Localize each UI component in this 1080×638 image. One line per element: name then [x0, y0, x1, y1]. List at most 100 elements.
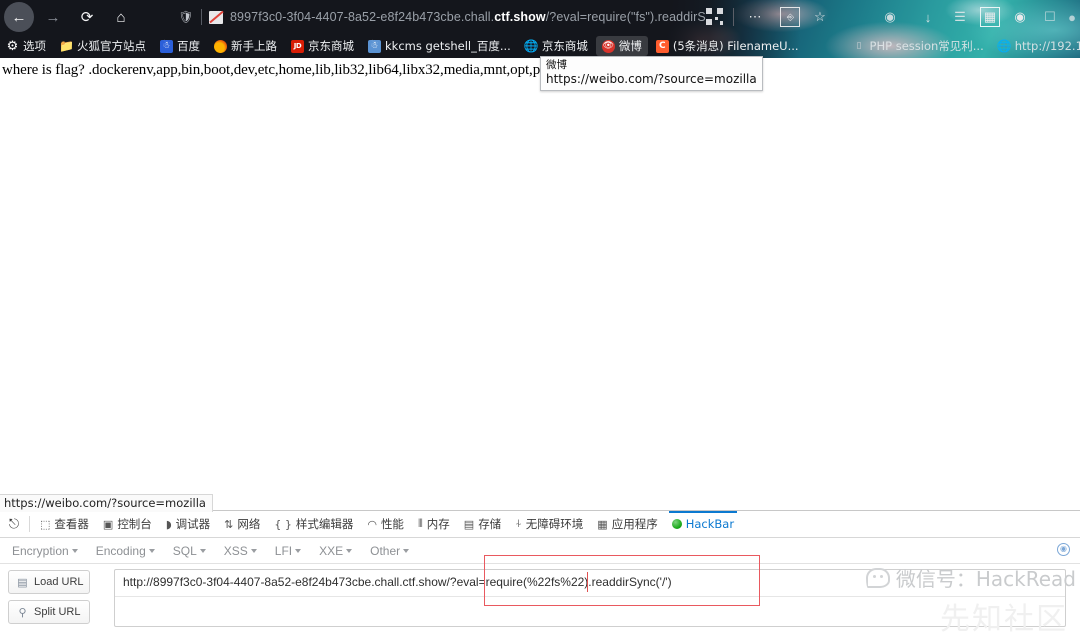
bookmark-item-csdn[interactable]: C (5条消息) FilenameU... — [650, 36, 805, 56]
php-icon: ▯ — [856, 40, 862, 51]
browser-chrome: ← → ⟳ ⌂ 🛡 8997f3c0-3f04-4407-8a52-e8f24b… — [0, 0, 1080, 58]
hackbar-menu-xss[interactable]: XSS — [224, 544, 257, 558]
hackbar-menu-other[interactable]: Other — [370, 543, 410, 558]
tab-application[interactable]: ▦ 应用程序 — [590, 511, 664, 537]
home-button[interactable]: ⌂ — [106, 2, 136, 32]
bookmark-item-local-ip[interactable]: 🌐http://192.168.3.6/1... — [992, 37, 1080, 55]
tooltip-title: 微博 — [546, 59, 567, 71]
devtools-tabbar: ⎋ ⬚ 查看器 ▣ 控制台 ◗ 调试器 ⇅ 网络 { } 样式编辑器 ◠ 性能 ⦀ 内存 ▤ 存… — [0, 511, 1080, 538]
sidebar-icon[interactable]: ▦ — [980, 7, 1000, 27]
qr-code-icon[interactable] — [706, 8, 723, 25]
tooltip-url: https://weibo.com/?source=mozilla — [546, 72, 757, 86]
bookmark-item-options[interactable]: ⚙ 选项 — [0, 36, 52, 56]
bookmark-label: 京东商城 — [308, 39, 354, 53]
bookmark-label: PHP session常见利... — [869, 39, 984, 53]
bookmark-item-newbie[interactable]: 新手上路 — [208, 36, 283, 56]
bookmark-item-firefox-site[interactable]: 📁 火狐官方站点 — [54, 36, 152, 56]
jd-icon: JD — [291, 39, 304, 53]
tab-network[interactable]: ⇅ 网络 — [217, 511, 267, 537]
globe-icon: 🌐 — [996, 39, 1012, 53]
url-suffix: /?eval=require("fs").readdirS — [545, 10, 706, 24]
bookmark-label: kkcms getshell_百度... — [385, 39, 511, 53]
tab-label: 样式编辑器 — [295, 517, 354, 531]
menu-label: XXE — [319, 543, 344, 558]
tab-label: 性能 — [380, 517, 404, 531]
bookmark-item-kkcms[interactable]: ☃ kkcms getshell_百度... — [362, 36, 517, 56]
bookmark-item-weibo[interactable]: 👁 微博 — [595, 36, 648, 56]
watermark: 微信号：HackRead — [865, 563, 1076, 592]
save-to-pocket-icon[interactable]: ◉ — [880, 7, 900, 27]
library-icon[interactable]: ☰ — [950, 7, 970, 27]
bookmark-item-jd-mall[interactable]: 🌐 京东商城 — [519, 36, 594, 56]
application-icon: ▦ — [597, 517, 608, 531]
bookmark-star-icon[interactable]: ☆ — [810, 7, 830, 27]
back-button[interactable]: ← — [4, 2, 34, 32]
console-icon: ▣ — [102, 517, 114, 531]
downloads-icon[interactable]: ↓ — [918, 7, 938, 27]
shield-icon[interactable]: 🛡 — [178, 10, 194, 24]
hackbar-settings-icon[interactable]: ◉ — [1057, 543, 1070, 556]
bookmark-label: 火狐官方站点 — [77, 39, 146, 53]
baidu-search-icon: ☃ — [368, 39, 381, 53]
tab-label: 网络 — [237, 517, 261, 531]
account-icon[interactable]: ◉ — [1010, 7, 1030, 27]
menu-label: SQL — [172, 543, 197, 558]
storage-icon: ▤ — [463, 517, 475, 531]
tab-label: 调试器 — [175, 517, 211, 531]
tab-label: HackBar — [685, 517, 735, 531]
screenshot-icon[interactable]: ☐ — [1040, 7, 1060, 27]
hackbar-url-value: http://8997f3c0-3f04-4407-8a52-e8f24b473… — [123, 575, 672, 589]
hackbar-menu-lfi[interactable]: LFI — [275, 544, 302, 558]
overflow-menu-icon[interactable]: ⋯ — [745, 7, 765, 27]
extension-icon[interactable]: ⎆ — [780, 7, 800, 27]
tab-debugger[interactable]: ◗ 调试器 — [159, 511, 217, 537]
split-url-icon: ⚲ — [18, 606, 27, 619]
watermark-text: 微信号：HackRead — [895, 567, 1076, 591]
url-address-bar[interactable]: 🛡 8997f3c0-3f04-4407-8a52-e8f24b473cbe.c… — [178, 4, 708, 30]
tab-console[interactable]: ▣ 控制台 — [96, 511, 159, 537]
tab-label: 内存 — [426, 517, 450, 531]
menu-label: Encryption — [12, 543, 69, 558]
tab-memory[interactable]: ⦀ 内存 — [411, 511, 457, 537]
page-content-area: where is flag? .dockerenv,app,bin,boot,d… — [0, 58, 1080, 494]
chat-icon[interactable]: ● — [1062, 7, 1080, 27]
performance-icon: ◠ — [367, 517, 377, 531]
reload-button[interactable]: ⟳ — [72, 2, 102, 32]
tab-label: 应用程序 — [611, 517, 658, 531]
hackbar-icon — [671, 519, 682, 529]
style-editor-icon: { } — [274, 517, 292, 531]
tab-accessibility[interactable]: ⍭ 无障碍环境 — [508, 511, 590, 537]
hackbar-menu-xxe[interactable]: XXE — [319, 543, 353, 558]
chevron-down-icon — [250, 549, 257, 554]
gear-icon: ⚙ — [6, 38, 19, 54]
accessibility-icon: ⍭ — [515, 517, 522, 530]
bookmarks-toolbar: ⚙ 选项 📁 火狐官方站点 ☃ 百度 新手上路 JD 京东商城 ☃ kkcms getsh… — [0, 34, 1080, 58]
bookmark-item-jd[interactable]: JD 京东商城 — [285, 36, 360, 56]
load-url-button[interactable]: ▤ Load URL — [8, 570, 90, 594]
bookmark-label: 微博 — [618, 39, 642, 53]
baidu-icon: ☃ — [160, 39, 173, 53]
blocked-permission-icon[interactable] — [209, 10, 223, 24]
bookmark-label: http://192.168.3.6/1... — [1014, 39, 1080, 53]
tab-storage[interactable]: ▤ 存储 — [457, 511, 508, 537]
hackbar-menu-encryption[interactable]: Encryption — [12, 544, 78, 558]
bookmark-item-php-session[interactable]: ▯ PHP session常见利... — [847, 36, 990, 56]
element-picker-icon[interactable]: ⎋ — [0, 511, 28, 537]
weibo-icon: 👁 — [601, 39, 615, 53]
tab-performance[interactable]: ◠ 性能 — [360, 511, 411, 537]
url-prefix: 8997f3c0-3f04-4407-8a52-e8f24b473cbe.cha… — [230, 10, 495, 24]
link-preview-status: https://weibo.com/?source=mozilla — [0, 494, 213, 512]
forward-button[interactable]: → — [38, 2, 68, 32]
tab-inspector[interactable]: ⬚ 查看器 — [33, 511, 96, 537]
chevron-down-icon — [199, 549, 206, 554]
hackbar-menubar: Encryption Encoding SQL XSS LFI XXE Othe… — [0, 538, 1080, 564]
button-label: Load URL — [34, 576, 84, 588]
url-domain: ctf.show — [494, 10, 546, 24]
hackbar-menu-sql[interactable]: SQL — [173, 544, 206, 558]
menu-label: Other — [370, 543, 401, 558]
bookmark-item-baidu[interactable]: ☃ 百度 — [154, 36, 206, 56]
hackbar-menu-encoding[interactable]: Encoding — [96, 544, 155, 558]
split-url-button[interactable]: ⚲ Split URL — [8, 600, 90, 624]
tab-hackbar[interactable]: HackBar — [665, 511, 741, 537]
tab-style-editor[interactable]: { } 样式编辑器 — [267, 511, 360, 537]
